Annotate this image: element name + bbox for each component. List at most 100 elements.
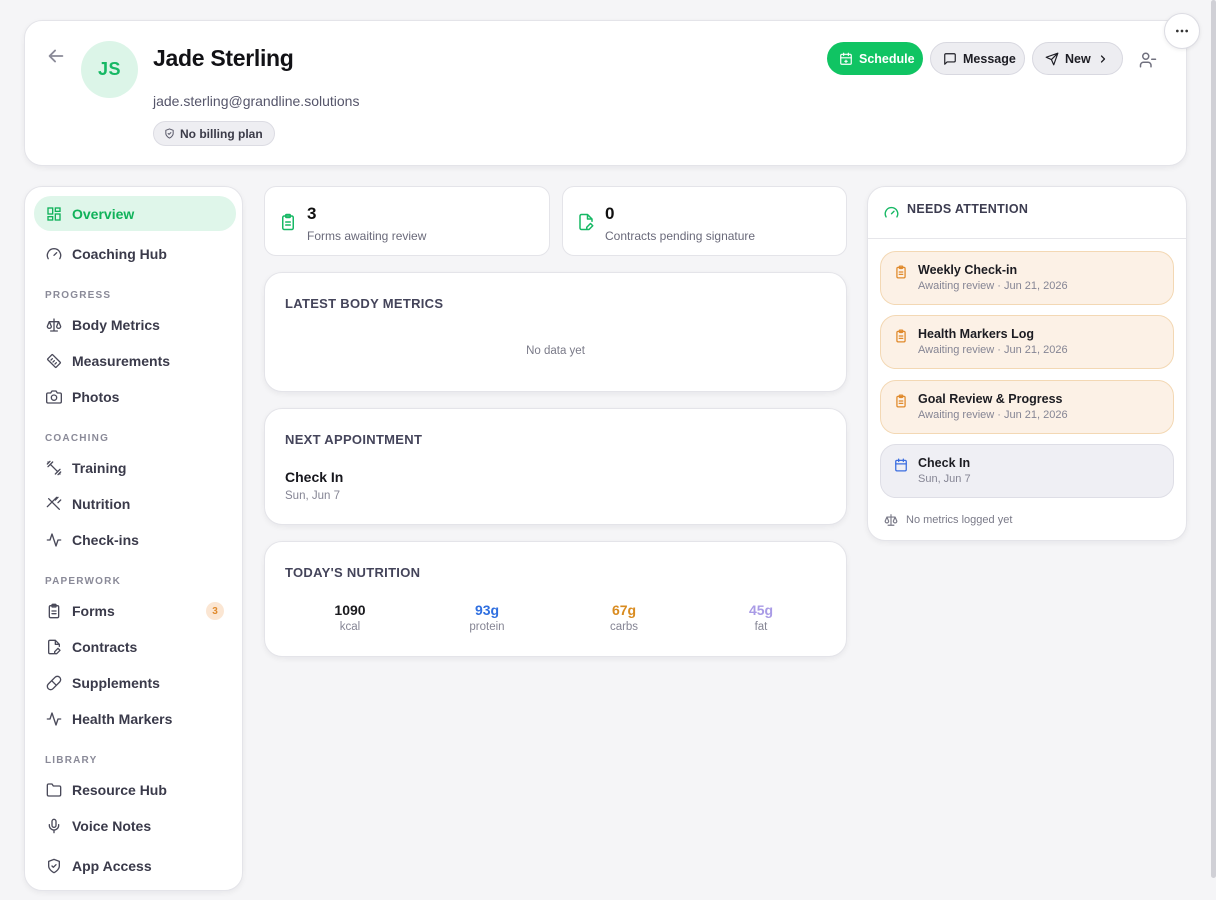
sidebar-item-forms[interactable]: Forms 3	[34, 593, 236, 628]
shield-check-icon	[164, 128, 175, 139]
message-label: Message	[963, 51, 1016, 66]
stat-forms-awaiting[interactable]: 3 Forms awaiting review	[264, 186, 550, 256]
sidebar-item-label: Coaching Hub	[72, 245, 167, 262]
stat-contracts-pending[interactable]: 0 Contracts pending signature	[562, 186, 847, 256]
sidebar-item-measurements[interactable]: Measurements	[34, 343, 236, 378]
next-appointment-panel[interactable]: NEXT APPOINTMENT Check In Sun, Jun 7	[264, 408, 847, 525]
no-metrics-text: No metrics logged yet	[906, 514, 1013, 526]
calendar-plus-icon	[839, 52, 853, 66]
macro-unit: protein	[469, 621, 505, 633]
scale-icon	[46, 317, 62, 333]
attention-item[interactable]: Check In Sun, Jun 7	[880, 444, 1174, 498]
attention-item[interactable]: Goal Review & Progress Awaiting review ·…	[880, 380, 1174, 434]
billing-badge: No billing plan	[153, 121, 275, 146]
needs-attention-header: NEEDS ATTENTION	[868, 187, 1186, 239]
sidebar-item-photos[interactable]: Photos	[34, 379, 236, 414]
panel-title: NEXT APPOINTMENT	[285, 432, 423, 447]
sidebar-item-label: Check-ins	[72, 531, 139, 548]
sidebar-item-supplements[interactable]: Supplements	[34, 665, 236, 700]
sidebar-item-label: Photos	[72, 388, 120, 405]
gauge-icon	[884, 205, 899, 220]
pill-icon	[46, 675, 62, 691]
avatar: JS	[81, 41, 138, 98]
sidebar-item-contracts[interactable]: Contracts	[34, 629, 236, 664]
forms-count-badge: 3	[206, 602, 224, 620]
sidebar-item-label: Contracts	[72, 638, 138, 655]
attention-item-subtitle: Sun, Jun 7	[918, 473, 971, 485]
sidebar-item-nutrition[interactable]: Nutrition	[34, 486, 236, 521]
section-library: LIBRARY	[45, 755, 98, 766]
attention-item[interactable]: Health Markers Log Awaiting review · Jun…	[880, 315, 1174, 369]
mic-icon	[46, 818, 62, 834]
billing-label: No billing plan	[180, 126, 263, 141]
activity-icon	[46, 532, 62, 548]
sidebar-item-health-markers[interactable]: Health Markers	[34, 701, 236, 736]
stat-label: Contracts pending signature	[605, 229, 756, 243]
appointment-date: Sun, Jun 7	[285, 490, 340, 502]
chevron-right-icon	[1097, 53, 1109, 65]
scale-icon	[884, 513, 898, 527]
new-button[interactable]: New	[1032, 42, 1123, 75]
macro-unit: kcal	[339, 621, 361, 633]
sidebar-item-check-ins[interactable]: Check-ins	[34, 522, 236, 557]
sidebar-item-coaching-hub[interactable]: Coaching Hub	[34, 236, 236, 271]
sidebar-item-resource-hub[interactable]: Resource Hub	[34, 772, 236, 807]
clipboard-icon	[894, 329, 908, 343]
message-button[interactable]: Message	[930, 42, 1025, 75]
sidebar-item-label: App Access	[72, 857, 152, 874]
back-arrow-icon[interactable]	[45, 45, 67, 67]
macro-unit: carbs	[609, 621, 639, 633]
overview-icon	[46, 206, 62, 222]
more-horizontal-icon	[1174, 23, 1190, 39]
needs-attention-panel: NEEDS ATTENTION Weekly Check-in Awaiting…	[867, 186, 1187, 541]
chat-icon	[943, 52, 957, 66]
attention-item-title: Health Markers Log	[918, 327, 1035, 341]
latest-body-metrics-panel: LATEST BODY METRICS No data yet	[264, 272, 847, 392]
section-paperwork: PAPERWORK	[45, 576, 121, 587]
sidebar-item-label: Body Metrics	[72, 316, 160, 333]
attention-item-subtitle: Awaiting review · Jun 21, 2026	[918, 344, 1068, 356]
user-minus-icon[interactable]	[1139, 51, 1157, 69]
sidebar-item-label: Voice Notes	[72, 817, 152, 834]
sidebar-item-overview[interactable]: Overview	[34, 196, 236, 231]
attention-item[interactable]: Weekly Check-in Awaiting review · Jun 21…	[880, 251, 1174, 305]
attention-item-title: Goal Review & Progress	[918, 392, 1063, 406]
clipboard-icon	[46, 603, 62, 619]
no-metrics-note: No metrics logged yet	[884, 513, 1012, 527]
macro-unit: fat	[754, 621, 768, 633]
contract-icon	[577, 213, 595, 231]
clipboard-icon	[894, 265, 908, 279]
client-header: JS Jade Sterling jade.sterling@grandline…	[24, 20, 1187, 166]
sidebar-item-body-metrics[interactable]: Body Metrics	[34, 307, 236, 342]
more-options-button[interactable]	[1164, 13, 1200, 49]
sidebar-item-label: Training	[72, 459, 127, 476]
macro-value: 1090	[334, 602, 366, 618]
sidebar-item-training[interactable]: Training	[34, 450, 236, 485]
clipboard-icon	[894, 394, 908, 408]
section-coaching: COACHING	[45, 433, 110, 444]
calendar-icon	[894, 458, 908, 472]
sidebar-item-label: Overview	[72, 205, 135, 222]
todays-nutrition-panel: TODAY'S NUTRITION 1090 kcal 93g protein …	[264, 541, 847, 657]
sidebar-item-label: Supplements	[72, 674, 160, 691]
macro-carbs: 67g carbs	[569, 602, 679, 633]
panel-title: LATEST BODY METRICS	[285, 296, 444, 311]
gauge-icon	[46, 246, 62, 262]
sidebar-item-app-access[interactable]: App Access	[34, 848, 236, 883]
sidebar-item-label: Nutrition	[72, 495, 131, 512]
appointment-name: Check In	[285, 469, 344, 485]
schedule-button[interactable]: Schedule	[827, 42, 923, 75]
send-icon	[1045, 52, 1059, 66]
folder-icon	[46, 782, 62, 798]
sidebar-item-voice-notes[interactable]: Voice Notes	[34, 808, 236, 843]
contract-icon	[46, 639, 62, 655]
sidebar-item-label: Forms	[72, 602, 115, 619]
page-scrollbar[interactable]	[1211, 0, 1216, 878]
sidebar: Overview Coaching Hub PROGRESS Body Metr…	[24, 186, 243, 891]
dumbbell-icon	[46, 460, 62, 476]
shield-icon	[46, 858, 62, 874]
camera-icon	[46, 389, 62, 405]
client-email: jade.sterling@grandline.solutions	[153, 93, 360, 109]
ruler-icon	[46, 353, 62, 369]
macro-value: 93g	[474, 602, 500, 618]
